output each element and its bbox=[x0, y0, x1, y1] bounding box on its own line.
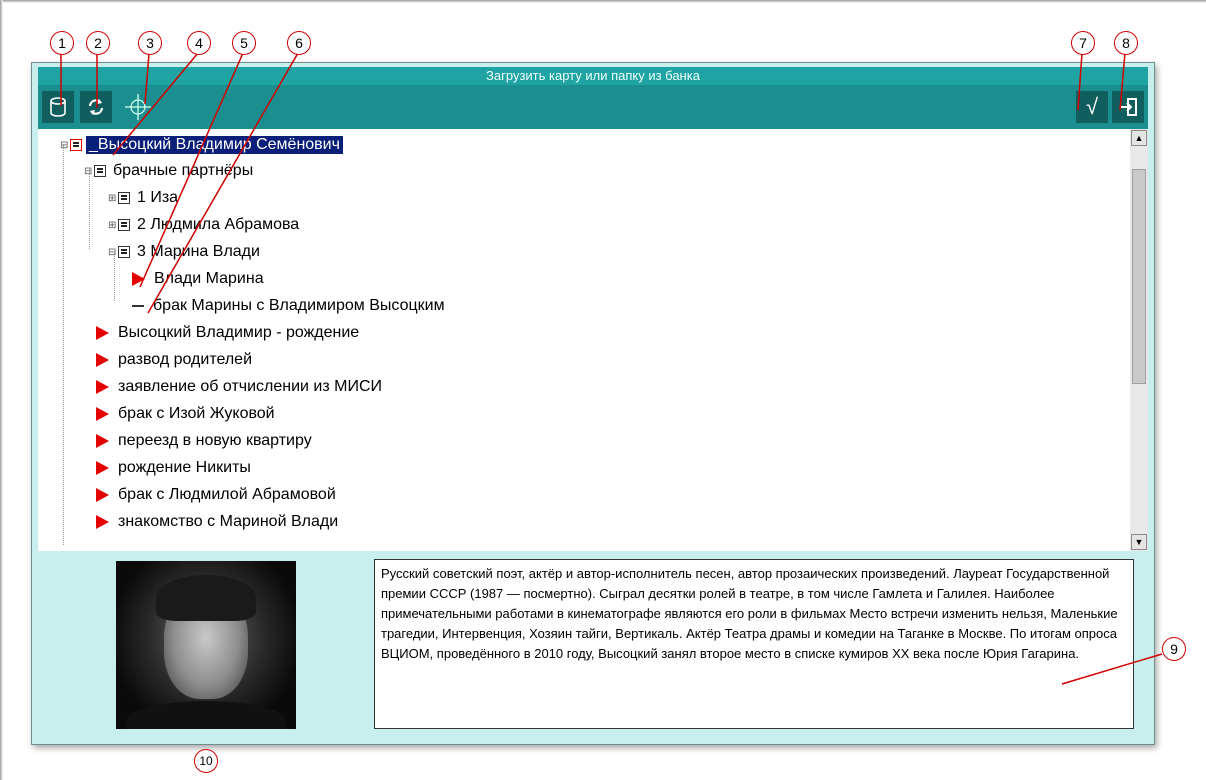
callout-3: 3 bbox=[138, 31, 162, 55]
event-arrow-icon bbox=[96, 434, 109, 448]
event-arrow-icon bbox=[96, 407, 109, 421]
callout-4: 4 bbox=[187, 31, 211, 55]
load-map-dialog: Загрузить карту или папку из банка √ ⊟ _… bbox=[31, 62, 1155, 745]
refresh-icon[interactable] bbox=[80, 91, 112, 123]
dialog-title: Загрузить карту или папку из банка bbox=[38, 67, 1148, 85]
tree-node-event[interactable]: развод родителей bbox=[96, 348, 255, 372]
description-text: Русский советский поэт, актёр и автор-ис… bbox=[374, 559, 1134, 729]
tree-node-folder[interactable]: ⊟ брачные партнёры bbox=[84, 159, 256, 183]
tree-node-link[interactable]: брак Марины с Владимиром Высоцким bbox=[132, 294, 448, 318]
folder-icon bbox=[94, 165, 106, 177]
callout-6: 6 bbox=[287, 31, 311, 55]
event-arrow-icon bbox=[132, 272, 145, 286]
tree-node-event[interactable]: заявление об отчислении из МИСИ bbox=[96, 375, 385, 399]
tree-node-partner[interactable]: ⊞ 2 Людмила Абрамова bbox=[108, 213, 302, 237]
portrait-photo bbox=[116, 561, 296, 729]
collapse-icon[interactable]: ⊟ bbox=[108, 247, 118, 258]
tree-node-card[interactable]: Влади Марина bbox=[132, 267, 267, 291]
folder-icon bbox=[70, 139, 82, 151]
tree-node-event[interactable]: Высоцкий Владимир - рождение bbox=[96, 321, 362, 345]
folder-icon bbox=[118, 219, 130, 231]
exit-icon[interactable] bbox=[1112, 91, 1144, 123]
link-dash-icon bbox=[132, 305, 144, 307]
event-arrow-icon bbox=[96, 461, 109, 475]
tree-node-root[interactable]: ⊟ _Высоцкий Владимир Семёнович bbox=[60, 133, 343, 157]
expand-icon[interactable]: ⊞ bbox=[108, 220, 118, 231]
callout-5: 5 bbox=[232, 31, 256, 55]
event-arrow-icon bbox=[96, 380, 109, 394]
tree-guide bbox=[63, 145, 64, 545]
expand-icon[interactable]: ⊞ bbox=[108, 193, 118, 204]
frame-left-edge bbox=[0, 0, 3, 780]
toolbar: √ bbox=[38, 85, 1148, 129]
event-arrow-icon bbox=[96, 515, 109, 529]
checkmark-icon[interactable]: √ bbox=[1076, 91, 1108, 123]
event-arrow-icon bbox=[96, 353, 109, 367]
scroll-up-icon[interactable]: ▲ bbox=[1131, 130, 1147, 146]
frame-top-edge bbox=[0, 0, 1206, 3]
details-panel: Русский советский поэт, актёр и автор-ис… bbox=[38, 551, 1148, 738]
collapse-icon[interactable]: ⊟ bbox=[84, 166, 94, 177]
portrait-shoulders bbox=[126, 701, 286, 729]
event-arrow-icon bbox=[96, 488, 109, 502]
callout-1: 1 bbox=[50, 31, 74, 55]
tree-node-partner[interactable]: ⊟ 3 Марина Влади bbox=[108, 240, 263, 264]
collapse-icon[interactable]: ⊟ bbox=[60, 140, 70, 151]
callout-2: 2 bbox=[86, 31, 110, 55]
cylinder-icon[interactable] bbox=[42, 91, 74, 123]
callout-10: 10 bbox=[194, 749, 218, 773]
tree-node-event[interactable]: переезд в новую квартиру bbox=[96, 429, 315, 453]
crosshair-icon[interactable] bbox=[122, 91, 154, 123]
tree-view[interactable]: ⊟ _Высоцкий Владимир Семёнович ⊟ брачные… bbox=[38, 129, 1130, 551]
portrait-hair bbox=[156, 575, 256, 621]
scroll-down-icon[interactable]: ▼ bbox=[1131, 534, 1147, 550]
scroll-thumb[interactable] bbox=[1132, 169, 1146, 384]
tree-node-event[interactable]: знакомство с Мариной Влади bbox=[96, 510, 341, 534]
folder-icon bbox=[118, 192, 130, 204]
tree-node-event[interactable]: рождение Никиты bbox=[96, 456, 254, 480]
folder-icon bbox=[118, 246, 130, 258]
event-arrow-icon bbox=[96, 326, 109, 340]
tree-node-event[interactable]: брак с Людмилой Абрамовой bbox=[96, 483, 339, 507]
callout-7: 7 bbox=[1071, 31, 1095, 55]
tree-node-partner[interactable]: ⊞ 1 Иза bbox=[108, 186, 181, 210]
callout-8: 8 bbox=[1114, 31, 1138, 55]
tree-scrollbar[interactable]: ▲ ▼ bbox=[1130, 129, 1148, 551]
tree-node-event[interactable]: брак с Изой Жуковой bbox=[96, 402, 278, 426]
callout-9: 9 bbox=[1162, 637, 1186, 661]
